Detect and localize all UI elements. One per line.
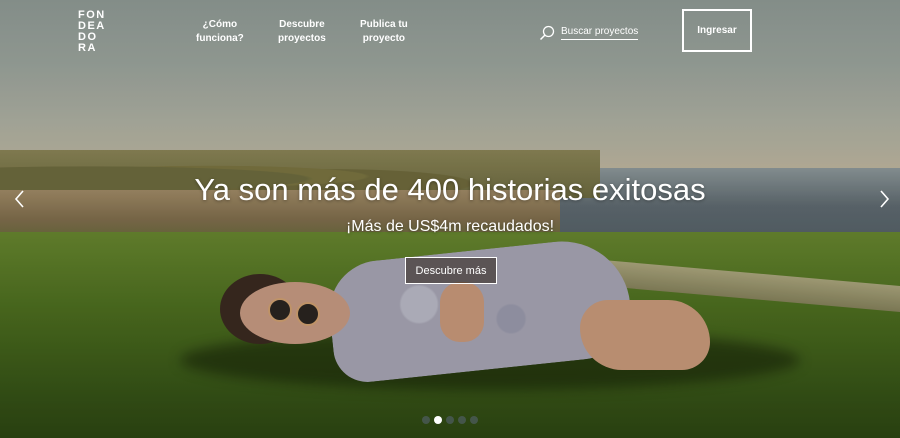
nav-label-line: proyectos	[278, 33, 326, 44]
descubre-mas-button[interactable]: Descubre más	[405, 257, 497, 284]
logo-line: RA	[78, 42, 97, 54]
carousel-dot[interactable]	[422, 416, 430, 424]
search-label: Buscar proyectos	[561, 26, 639, 40]
nav-label-line: funciona?	[196, 33, 244, 44]
hero-headline: Ya son más de 400 historias exitosas	[194, 172, 706, 207]
nav-label-line: Publica tu	[360, 19, 408, 30]
chevron-right-icon[interactable]	[876, 188, 892, 210]
nav-label-line: ¿Cómo	[202, 19, 238, 30]
carousel-dot[interactable]	[446, 416, 454, 424]
nav-publica-tu-proyecto[interactable]: Publica tu proyecto	[360, 18, 408, 46]
carousel-dot[interactable]	[470, 416, 478, 424]
carousel-pagination	[422, 416, 478, 424]
hero-subheadline: ¡Más de US$4m recaudados!	[345, 218, 555, 235]
search-link[interactable]: Buscar proyectos	[539, 24, 639, 42]
carousel-dot[interactable]	[458, 416, 466, 424]
nav-como-funciona[interactable]: ¿Cómo funciona?	[196, 18, 244, 46]
carousel-dot[interactable]	[434, 416, 442, 424]
login-button[interactable]: Ingresar	[682, 9, 752, 52]
nav-label-line: Descubre	[279, 19, 325, 30]
fondeadora-logo[interactable]: FON DEA DO RA	[78, 10, 106, 54]
nav-label-line: proyecto	[362, 33, 406, 44]
nav-descubre-proyectos[interactable]: Descubre proyectos	[278, 18, 326, 46]
search-icon	[539, 25, 555, 41]
chevron-left-icon[interactable]	[12, 188, 28, 210]
